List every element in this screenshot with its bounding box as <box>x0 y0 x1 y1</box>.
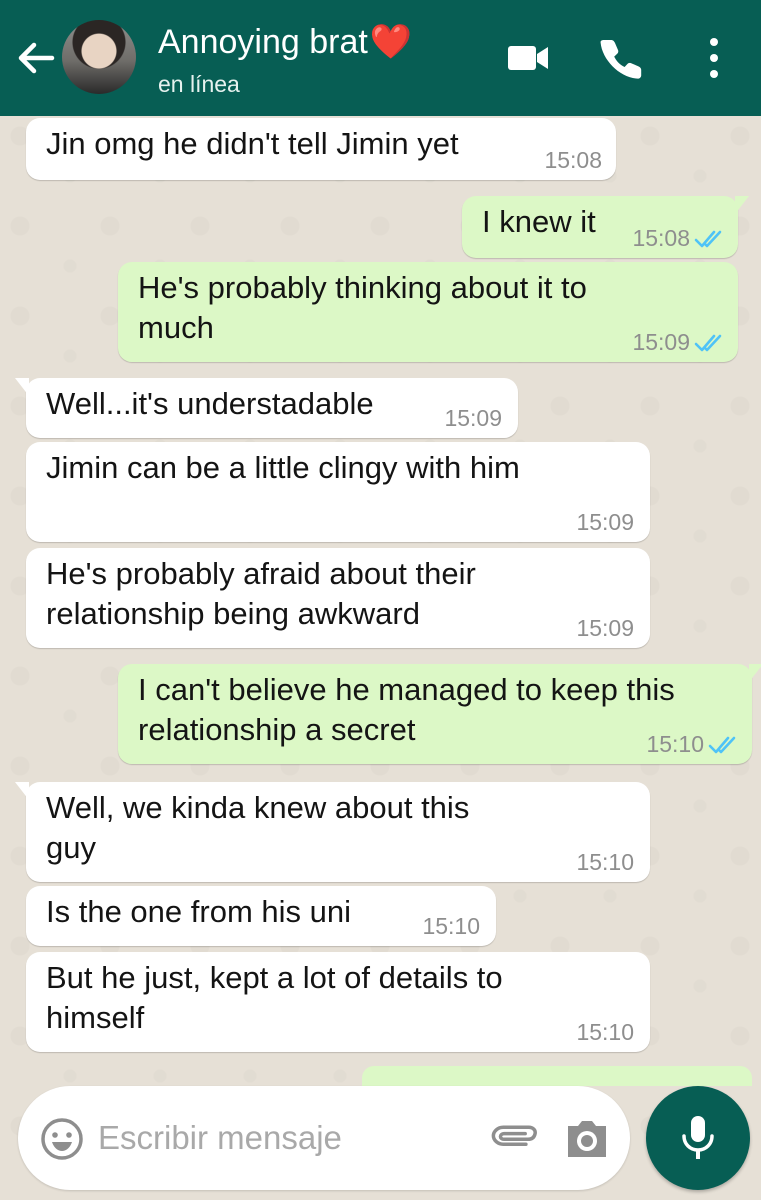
message-time: 15:10 <box>576 1019 634 1045</box>
read-ticks-icon <box>694 230 722 248</box>
chat-area[interactable]: Jin omg he didn't tell Jimin yet 15:08 I… <box>0 116 761 1200</box>
camera-icon[interactable] <box>564 1116 610 1162</box>
heart-emoji: ❤️ <box>369 23 413 61</box>
message-incoming[interactable]: He's probably afraid about their relatio… <box>26 548 650 648</box>
message-input[interactable] <box>98 1114 478 1162</box>
contact-name[interactable]: Annoying brat❤️ <box>158 22 412 62</box>
message-incoming[interactable]: Well, we kinda knew about this guy 15:10 <box>15 782 650 882</box>
message-time: 15:10 <box>576 849 634 875</box>
chat-header: Annoying brat❤️ en línea <box>0 0 761 116</box>
message-time: 15:09 <box>632 329 690 355</box>
message-text: But he just, kept a lot of details to hi… <box>46 960 503 1035</box>
avatar[interactable] <box>62 20 136 94</box>
message-incoming[interactable]: Well...it's understadable 15:09 <box>15 378 518 438</box>
message-text: Jin omg he didn't tell Jimin yet <box>46 126 459 161</box>
message-outgoing[interactable]: He's probably thinking about it to much … <box>118 262 738 362</box>
message-time: 15:08 <box>632 225 690 251</box>
message-outgoing[interactable]: I can't believe he managed to keep this … <box>118 664 761 764</box>
message-text: He's probably afraid about their relatio… <box>46 556 476 631</box>
message-outgoing-partial <box>362 1066 752 1086</box>
message-incoming[interactable]: Jimin can be a little clingy with him 15… <box>26 442 650 542</box>
more-vert-icon[interactable] <box>690 34 738 82</box>
read-ticks-icon <box>694 334 722 352</box>
mic-button[interactable] <box>646 1086 750 1190</box>
mic-icon <box>682 1116 714 1159</box>
phone-icon[interactable] <box>598 34 646 82</box>
message-incoming[interactable]: Is the one from his uni 15:10 <box>26 886 496 946</box>
message-time: 15:10 <box>422 913 480 939</box>
message-text: Well, we kinda knew about this guy <box>46 790 470 865</box>
back-arrow-icon[interactable] <box>14 36 58 80</box>
message-time: 15:08 <box>544 147 602 173</box>
message-text: Jimin can be a little clingy with him <box>46 450 520 485</box>
message-incoming[interactable]: But he just, kept a lot of details to hi… <box>26 952 650 1052</box>
attach-icon[interactable] <box>490 1114 542 1166</box>
message-time: 15:09 <box>576 509 634 535</box>
contact-name-text: Annoying brat <box>158 23 368 61</box>
contact-status: en línea <box>158 71 240 97</box>
message-text: He's probably thinking about it to much <box>138 270 587 345</box>
video-call-icon[interactable] <box>504 34 552 82</box>
message-time: 15:10 <box>646 731 704 757</box>
message-time: 15:09 <box>444 405 502 431</box>
message-text: I can't believe he managed to keep this … <box>138 672 675 747</box>
message-composer <box>18 1086 630 1190</box>
read-ticks-icon <box>708 736 736 754</box>
message-incoming[interactable]: Jin omg he didn't tell Jimin yet 15:08 <box>26 118 616 180</box>
message-time: 15:09 <box>576 615 634 641</box>
emoji-icon[interactable] <box>40 1117 84 1161</box>
message-outgoing[interactable]: I knew it 15:08 <box>462 196 749 258</box>
